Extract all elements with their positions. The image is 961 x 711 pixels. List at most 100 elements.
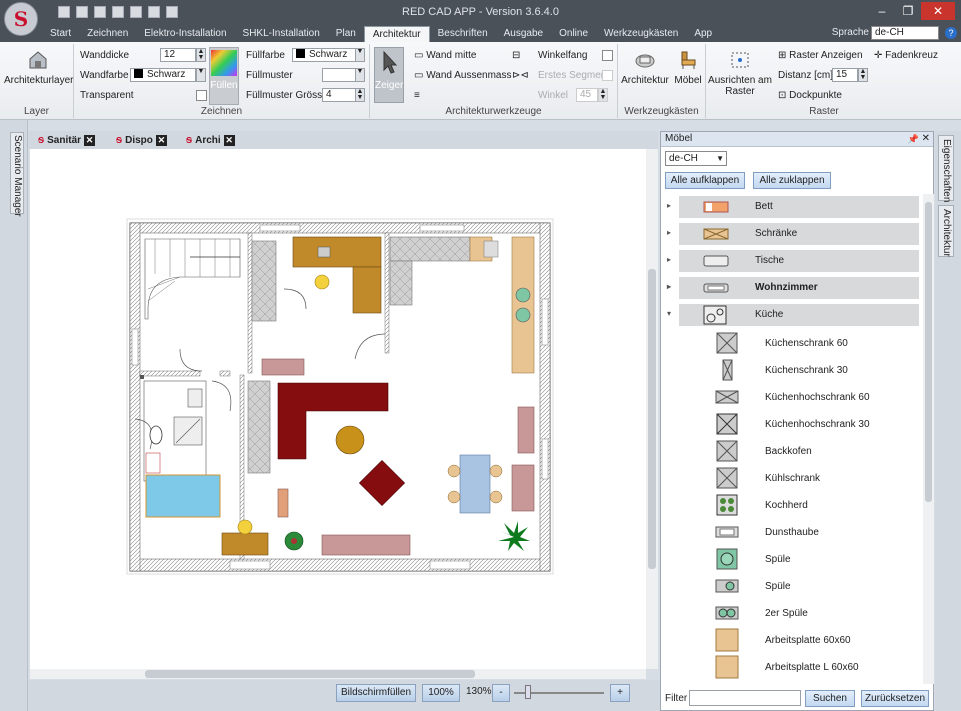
sideboard[interactable] xyxy=(261,358,305,376)
fuellfarbe-dropdown-icon[interactable]: ▼ xyxy=(355,48,365,62)
winkelfang-checkbox[interactable] xyxy=(602,50,613,61)
doc-tab-dispo[interactable]: ᵴ Dispo ✕ xyxy=(116,134,167,146)
app-menu-button[interactable]: S xyxy=(4,2,38,36)
fuellfarbe-select[interactable]: Schwarz xyxy=(292,48,356,62)
zeiger-button[interactable]: Zeiger xyxy=(374,47,404,103)
eigenschaften-tab[interactable]: Eigenschaften xyxy=(938,135,954,202)
wall-right[interactable] xyxy=(539,222,551,572)
fit-screen-button[interactable]: Bildschirmfüllen xyxy=(336,684,416,702)
fadenkreuz-button[interactable]: ✛ Fadenkreuz xyxy=(874,50,938,61)
palm-plant[interactable] xyxy=(498,521,530,551)
kitchen-item[interactable]: Küchenschrank 60 xyxy=(701,330,921,356)
expand-arrow-icon[interactable]: ▸ xyxy=(667,255,671,264)
fuellmuster-dropdown-icon[interactable]: ▼ xyxy=(355,68,365,82)
desk[interactable] xyxy=(352,266,382,314)
close-tab-icon[interactable]: ✕ xyxy=(84,134,96,146)
wanddicke-spinner[interactable]: ▲ ▼ xyxy=(196,48,206,62)
fuellmuster-select[interactable] xyxy=(322,68,356,82)
tab-elektro-installation[interactable]: Elektro-Installation xyxy=(136,26,234,42)
wall-join-icon[interactable]: ⊳⊲ xyxy=(512,70,529,81)
chair[interactable] xyxy=(237,519,253,535)
wandfarbe-select[interactable]: Schwarz xyxy=(130,68,196,82)
minimize-button[interactable]: – xyxy=(869,2,895,20)
kitchen-item[interactable]: Kochherd xyxy=(701,492,921,518)
kitchen-cabinets[interactable] xyxy=(389,260,413,306)
language-select[interactable]: de-CH xyxy=(871,26,939,40)
architektur-tab[interactable]: Architektur xyxy=(938,205,954,257)
scroll-thumb[interactable] xyxy=(648,269,656,569)
shelf[interactable] xyxy=(247,380,271,474)
tv-board[interactable] xyxy=(321,534,411,556)
tab-plan[interactable]: Plan xyxy=(328,26,364,42)
zoom-slider-knob[interactable] xyxy=(525,685,531,699)
kitchen-item[interactable]: Kühlschrank xyxy=(701,465,921,491)
wand-aussenmass-button[interactable]: ▭ Wand Aussenmass xyxy=(414,70,511,81)
tab-zeichnen[interactable]: Zeichnen xyxy=(79,26,136,42)
kitchen-item[interactable]: Spüle xyxy=(701,546,921,572)
zoom-in-button[interactable]: + xyxy=(610,684,630,702)
kitchen-item[interactable]: Dunsthaube xyxy=(701,519,921,545)
desk[interactable] xyxy=(292,236,382,268)
expand-arrow-icon[interactable]: ▸ xyxy=(667,282,671,291)
kitchen-item[interactable]: Arbeitsplatte L 60x60 xyxy=(701,654,921,680)
moebel-toolbox-button[interactable]: Möbel xyxy=(670,50,706,86)
winkel-input[interactable]: 45 xyxy=(576,88,598,102)
wall-split-icon[interactable]: ⊟ xyxy=(512,50,520,61)
fuellen-button[interactable]: Füllen xyxy=(209,47,239,105)
wall-left[interactable] xyxy=(129,222,141,572)
close-panel-icon[interactable]: ✕ xyxy=(922,132,930,146)
zoom-out-button[interactable]: - xyxy=(492,684,510,702)
close-tab-icon[interactable]: ✕ xyxy=(223,134,235,146)
collapse-arrow-icon[interactable]: ▾ xyxy=(667,309,671,318)
kitchen-item[interactable]: Küchenschrank 30 xyxy=(701,357,921,383)
category-tische[interactable]: ▸ Tische xyxy=(667,250,919,272)
armchair[interactable] xyxy=(358,459,406,507)
door-arc[interactable] xyxy=(354,333,386,360)
category-bett[interactable]: ▸ Bett xyxy=(667,196,919,218)
kitchen-item[interactable]: 2er Spüle xyxy=(701,600,921,626)
wand-mitte-button[interactable]: ▭ Wand mitte xyxy=(414,50,476,61)
canvas-horizontal-scrollbar[interactable] xyxy=(30,669,646,679)
erstes-segment-checkbox[interactable] xyxy=(602,70,613,81)
sofa[interactable] xyxy=(277,382,389,460)
tab-shkl-installation[interactable]: SHKL-Installation xyxy=(235,26,328,42)
tab-online[interactable]: Online xyxy=(551,26,596,42)
panel-scrollbar[interactable] xyxy=(923,194,934,684)
search-button[interactable]: Suchen xyxy=(805,690,855,707)
tab-werkzeugkästen[interactable]: Werkzeugkästen xyxy=(596,26,686,42)
scroll-thumb[interactable] xyxy=(145,670,475,678)
expand-arrow-icon[interactable]: ▸ xyxy=(667,228,671,237)
wall-top[interactable] xyxy=(129,222,551,234)
door-arc[interactable] xyxy=(179,348,203,372)
doc-tab-archi[interactable]: ᵴ Archi ✕ xyxy=(186,134,235,146)
restore-button[interactable]: ❐ xyxy=(895,2,921,20)
sink[interactable] xyxy=(515,287,531,303)
tab-ausgabe[interactable]: Ausgabe xyxy=(496,26,551,42)
kitchen-item[interactable]: Arbeitsplatte 60x60 xyxy=(701,627,921,653)
wanddicke-input[interactable]: 12 xyxy=(160,48,196,62)
desk[interactable] xyxy=(221,532,269,556)
wall-bottom[interactable] xyxy=(129,558,551,572)
drawing-canvas[interactable] xyxy=(30,149,646,669)
wall-tool-icon[interactable]: ≡ xyxy=(414,90,420,101)
doc-tab-sanitaer[interactable]: ᵴ Sanitär ✕ xyxy=(38,134,96,146)
door-arc[interactable] xyxy=(211,380,232,412)
scenario-manager-tab[interactable]: Scenario Manager xyxy=(10,132,24,217)
coffee-table[interactable] xyxy=(335,425,365,455)
dockpunkte-button[interactable]: ⊡ Dockpunkte xyxy=(778,90,842,101)
canvas-vertical-scrollbar[interactable] xyxy=(646,149,658,669)
zoom-100-button[interactable]: 100% xyxy=(422,684,460,702)
close-tab-icon[interactable]: ✕ xyxy=(155,134,167,146)
staircase[interactable] xyxy=(144,238,241,320)
kitchen-cabinets[interactable] xyxy=(389,236,471,262)
kitchen-item[interactable]: Küchenhochschrank 30 xyxy=(701,411,921,437)
distanz-input[interactable]: 15 xyxy=(832,68,858,82)
toilet[interactable] xyxy=(149,425,163,445)
tab-architektur[interactable]: Architektur xyxy=(363,26,430,42)
door-arc[interactable] xyxy=(283,288,307,310)
sink[interactable] xyxy=(515,307,531,323)
category-schraenke[interactable]: ▸ Schränke xyxy=(667,223,919,245)
winkel-spinner[interactable]: ▲ ▼ xyxy=(598,88,608,102)
architekturlayer-button[interactable]: Architekturlayer xyxy=(4,50,73,86)
ausrichten-am-raster-button[interactable]: Ausrichten am Raster xyxy=(708,50,772,97)
